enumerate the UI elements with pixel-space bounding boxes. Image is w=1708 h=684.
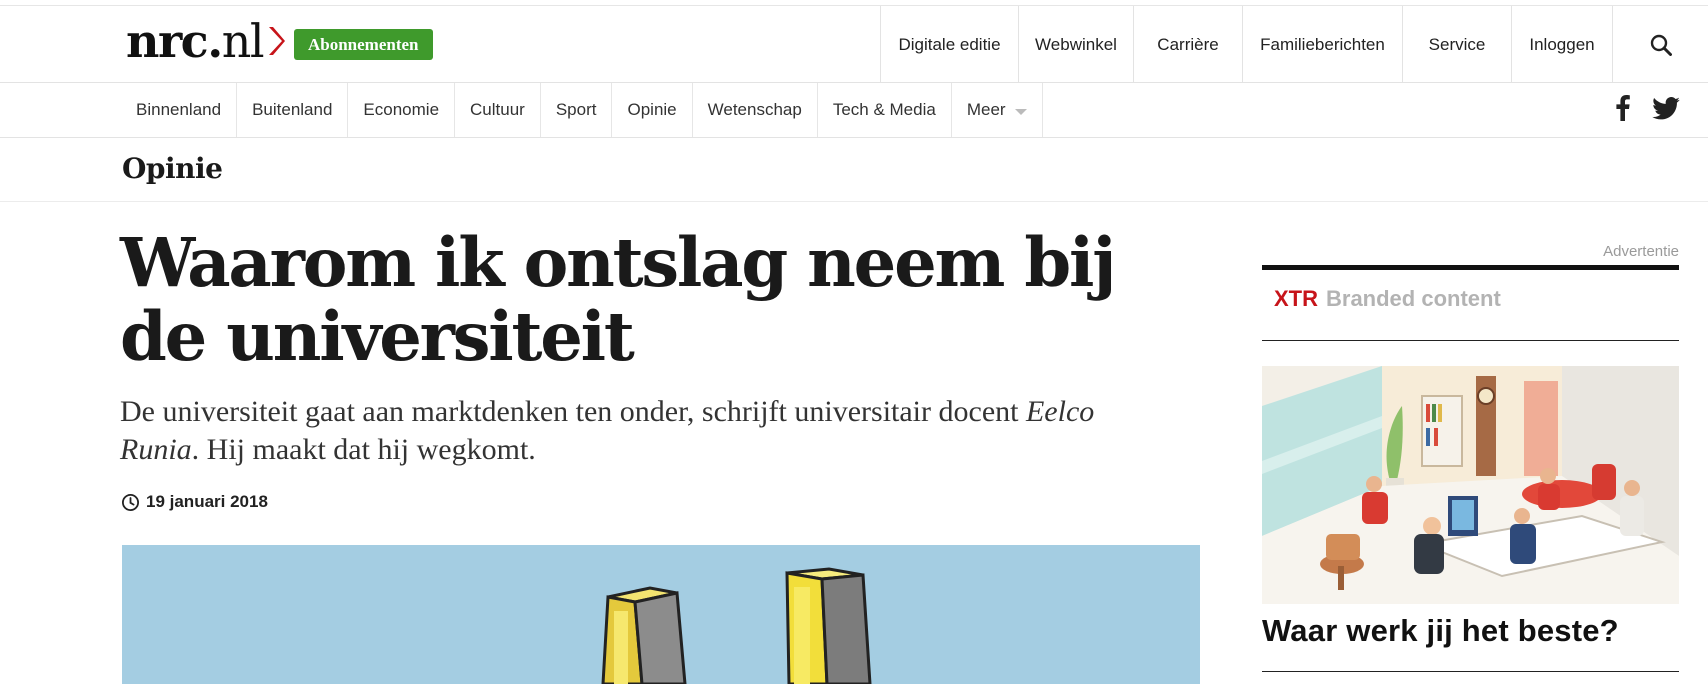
more-label: Meer <box>966 100 1006 119</box>
social-links <box>1616 95 1680 126</box>
section-header: Opinie <box>0 138 1708 202</box>
section-nav-sport[interactable]: Sport <box>541 83 613 137</box>
section-nav-wetenschap[interactable]: Wetenschap <box>693 83 818 137</box>
section-nav-cultuur[interactable]: Cultuur <box>455 83 541 137</box>
utility-nav: Digitale editie Webwinkel Carrière Famil… <box>880 6 1708 83</box>
branded-content-text: Branded content <box>1326 286 1501 311</box>
section-nav-binnenland[interactable]: Binnenland <box>121 83 238 137</box>
logo-wordmark: nrc. <box>126 14 223 68</box>
article-headline: Waarom ik ontslag neem bij de universite… <box>120 223 1116 376</box>
facebook-link[interactable] <box>1616 95 1630 126</box>
section-nav-economie[interactable]: Economie <box>348 83 456 137</box>
article-intro: De universiteit gaat aan marktdenken ten… <box>120 393 1180 469</box>
section-nav-tech-media[interactable]: Tech & Media <box>818 83 952 137</box>
section-nav-opinie[interactable]: Opinie <box>612 83 693 137</box>
subscribe-button[interactable]: Abonnementen <box>294 29 433 60</box>
facebook-icon <box>1616 95 1630 121</box>
ad-divider <box>1262 340 1679 341</box>
section-nav: Binnenland Buitenland Economie Cultuur S… <box>0 83 1708 138</box>
intro-text: De universiteit gaat aan marktdenken ten… <box>120 395 1026 428</box>
twitter-icon <box>1652 96 1680 119</box>
util-nav-familieberichten[interactable]: Familieberichten <box>1242 6 1402 83</box>
util-nav-carriere[interactable]: Carrière <box>1133 6 1242 83</box>
office-illustration <box>1262 366 1679 604</box>
clock-icon <box>122 493 139 511</box>
ad-top-divider <box>1262 265 1679 270</box>
intro-text-end: . Hij maakt dat hij wegkomt. <box>191 433 536 466</box>
nrc-logo[interactable]: nrc. nl <box>126 14 286 68</box>
logo-suffix: nl <box>221 14 265 68</box>
util-nav-inloggen[interactable]: Inloggen <box>1511 6 1612 83</box>
ad-headline[interactable]: Waar werk jij het beste? <box>1262 613 1679 649</box>
branded-content-label: XTR Branded content <box>1274 286 1501 312</box>
ad-label: Advertentie <box>1603 243 1679 260</box>
section-nav-buitenland[interactable]: Buitenland <box>237 83 349 137</box>
xtr-logo: XTR <box>1274 286 1318 311</box>
article-hero-image <box>122 545 1200 684</box>
util-nav-digitale-editie[interactable]: Digitale editie <box>880 6 1018 83</box>
publish-date: 19 januari 2018 <box>121 492 268 512</box>
twitter-link[interactable] <box>1652 96 1680 125</box>
hero-illustration <box>601 567 872 684</box>
search-button[interactable] <box>1612 6 1708 83</box>
ad-image[interactable] <box>1262 366 1679 604</box>
ad-bottom-divider <box>1262 671 1679 672</box>
util-nav-service[interactable]: Service <box>1402 6 1511 83</box>
logo-chevron-icon <box>269 27 286 55</box>
search-icon <box>1650 34 1672 56</box>
top-header: nrc. nl Abonnementen Digitale editie Webw… <box>0 5 1708 83</box>
util-nav-webwinkel[interactable]: Webwinkel <box>1018 6 1133 83</box>
section-title[interactable]: Opinie <box>122 152 223 185</box>
chevron-down-icon <box>1014 108 1027 115</box>
section-nav-more[interactable]: Meer <box>952 83 1043 137</box>
date-text: 19 januari 2018 <box>146 492 268 511</box>
